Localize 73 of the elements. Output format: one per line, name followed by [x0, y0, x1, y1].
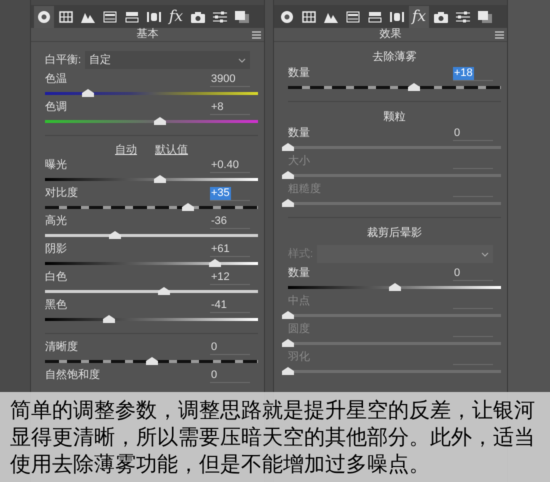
gradient-bars-icon: [345, 10, 361, 24]
value-field[interactable]: -36: [210, 215, 228, 228]
grid-icon: [58, 10, 74, 24]
panel-tab[interactable]: fx: [166, 6, 186, 28]
panel-tab[interactable]: [34, 6, 54, 28]
slider-thumb[interactable]: [109, 231, 122, 239]
slider-label: 黑色: [45, 298, 67, 314]
panel-title: 效果: [380, 27, 402, 42]
value-field[interactable]: 3900: [210, 73, 236, 86]
gradient-bars-icon: [102, 10, 118, 24]
slider-thumb[interactable]: [82, 89, 94, 97]
section-heading: 去除薄雾: [372, 50, 416, 65]
slider-thumb[interactable]: [102, 315, 115, 323]
sliders-icon: [455, 10, 471, 24]
select-label: 白平衡:: [45, 52, 82, 68]
slider-thumb[interactable]: [146, 357, 158, 365]
slider-label: 对比度: [45, 186, 78, 202]
split-bars-icon: [367, 10, 383, 24]
dropdown[interactable]: 自定: [85, 51, 250, 69]
split-bars-icon: [124, 10, 140, 24]
slider-label: 数量: [288, 266, 310, 282]
value-field[interactable]: +12: [210, 271, 231, 284]
panel-tab[interactable]: fx: [409, 6, 429, 28]
slider-label: 数量: [288, 66, 310, 82]
slider-label: 自然饱和度: [45, 368, 100, 384]
lens-icon: [146, 10, 162, 24]
chevron-icon: [481, 252, 489, 256]
caption-line: 显得更清晰，所以需要压暗天空的其他部分。此外，适当: [10, 424, 536, 451]
aperture-icon: [36, 10, 52, 24]
slider-label: 高光: [45, 214, 67, 230]
value-field[interactable]: 0: [210, 369, 218, 382]
slider-label: 数量: [288, 126, 310, 142]
link[interactable]: 默认值: [155, 142, 188, 158]
menu-icon[interactable]: [495, 30, 504, 38]
slider-label: 白色: [45, 270, 67, 286]
value-field[interactable]: 0: [453, 267, 462, 280]
sliders-icon: [212, 10, 228, 24]
slider-thumb[interactable]: [154, 117, 166, 125]
grid-icon: [301, 10, 317, 24]
slider-label: 色调: [45, 100, 67, 116]
value-field[interactable]: +18: [453, 67, 474, 80]
link[interactable]: 自动: [115, 142, 137, 158]
value-field[interactable]: 0: [453, 127, 462, 140]
chevron-icon: [238, 58, 246, 62]
stacked-layers-icon: [234, 10, 250, 24]
aperture-icon: [279, 10, 295, 24]
slider-thumb[interactable]: [182, 203, 194, 211]
value-field[interactable]: +61: [210, 243, 231, 256]
value-field[interactable]: +0.40: [210, 159, 240, 172]
section-heading: 颗粒: [384, 110, 406, 125]
caption-line: 简单的调整参数，调整思路就是提升星空的反差，让银河: [10, 397, 536, 424]
caption-line: 使用去除薄雾功能，但是不能增加过多噪点。: [10, 451, 431, 478]
value-field[interactable]: +8: [210, 101, 225, 114]
slider-thumb[interactable]: [158, 287, 170, 295]
value-field[interactable]: +35: [210, 187, 231, 200]
section-heading: 裁剪后晕影: [367, 226, 422, 241]
slider-thumb[interactable]: [209, 259, 222, 267]
panel-title: 基本: [136, 27, 158, 42]
slider-label: 清晰度: [45, 340, 78, 356]
stacked-layers-icon: [477, 10, 493, 24]
slider-thumb[interactable]: [282, 143, 294, 151]
value-field[interactable]: -41: [210, 299, 228, 312]
lens-icon: [389, 10, 405, 24]
slider-thumb[interactable]: [154, 175, 166, 183]
camera-icon: [190, 10, 206, 24]
slider-label: 色温: [45, 72, 67, 88]
slider-thumb[interactable]: [408, 83, 420, 91]
slider-label: 阴影: [45, 242, 67, 258]
slider-thumb[interactable]: [388, 283, 400, 291]
value-field[interactable]: 0: [210, 341, 218, 354]
slider-label: 曝光: [45, 158, 67, 174]
camera-icon: [433, 10, 449, 24]
menu-icon[interactable]: [252, 30, 261, 38]
